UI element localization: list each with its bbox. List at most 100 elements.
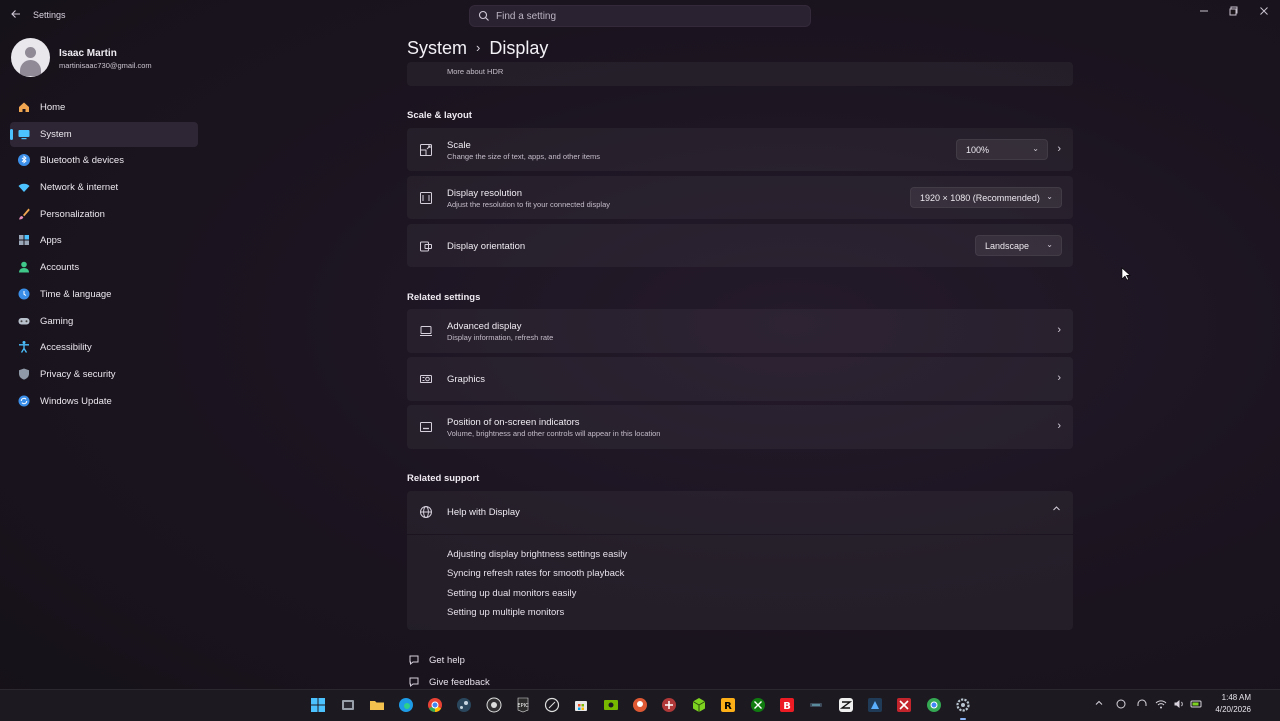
help-with-display-header[interactable]: Help with Display <box>407 491 1073 534</box>
app-icon[interactable] <box>896 697 912 713</box>
display-orientation-card[interactable]: Display orientation Landscape ⌄ <box>407 224 1073 267</box>
breadcrumb: System › Display <box>407 38 548 59</box>
globe-clock-icon <box>18 288 30 300</box>
chevron-right-icon: › <box>1057 372 1061 384</box>
epic-games-icon[interactable]: EPIC <box>515 697 531 713</box>
scale-card[interactable]: Scale Change the size of text, apps, and… <box>407 128 1073 171</box>
edge-icon[interactable] <box>398 697 414 713</box>
help-link[interactable]: Syncing refresh rates for smooth playbac… <box>447 568 624 579</box>
help-link[interactable]: Setting up dual monitors easily <box>447 588 576 599</box>
app-icon[interactable] <box>661 697 677 713</box>
duckduckgo-icon[interactable] <box>632 697 648 713</box>
obs-icon[interactable] <box>486 697 502 713</box>
cube-icon[interactable] <box>691 697 707 713</box>
close-button[interactable] <box>1257 6 1271 20</box>
sidebar-item-apps[interactable]: Apps <box>10 228 198 253</box>
graphics-title: Graphics <box>447 374 486 385</box>
sidebar-item-system[interactable]: System <box>10 121 198 147</box>
help-link[interactable]: Adjusting display brightness settings ea… <box>447 549 627 560</box>
start-icon[interactable] <box>310 697 326 713</box>
settings-icon[interactable] <box>955 697 971 720</box>
globe-icon <box>420 506 432 518</box>
sidebar-item-label: Accounts <box>40 262 80 274</box>
steam-icon[interactable] <box>456 697 472 713</box>
tray-overflow-icon[interactable] <box>1093 698 1105 710</box>
avatar-head <box>25 47 36 58</box>
scale-subtitle: Change the size of text, apps, and other… <box>447 152 601 161</box>
svg-text:R: R <box>724 701 732 712</box>
task-view-icon[interactable] <box>340 697 356 713</box>
user-name: Isaac Martin <box>59 48 117 59</box>
resolution-dropdown[interactable]: 1920 × 1080 (Recommended) ⌄ <box>910 187 1062 208</box>
store-icon[interactable] <box>573 697 589 713</box>
user-email: martinisaac730@gmail.com <box>59 61 152 70</box>
get-help-link[interactable]: Get help <box>429 655 465 666</box>
chevron-down-icon: ⌄ <box>1046 240 1053 249</box>
scale-value: 100% <box>966 145 990 155</box>
orientation-dropdown[interactable]: Landscape ⌄ <box>975 235 1062 256</box>
sidebar-item-network[interactable]: Network & internet <box>10 175 198 200</box>
minimize-button[interactable] <box>1197 6 1211 20</box>
chrome-icon[interactable] <box>427 697 443 713</box>
sidebar-item-personalization[interactable]: Personalization <box>10 202 198 227</box>
taskbar: EPIC R B <box>0 689 1280 721</box>
clock-date[interactable]: 4/20/2026 <box>1210 705 1251 714</box>
graphics-card[interactable]: Graphics › <box>407 357 1073 401</box>
display-resolution-card[interactable]: Display resolution Adjust the resolution… <box>407 176 1073 219</box>
search-input[interactable]: Find a setting <box>469 5 811 27</box>
advanced-display-card[interactable]: Advanced display Display information, re… <box>407 309 1073 353</box>
chrome-beta-icon[interactable] <box>926 697 942 713</box>
clock-time[interactable]: 1:48 AM <box>1219 693 1251 702</box>
nvidia-icon[interactable] <box>603 697 619 713</box>
scale-dropdown[interactable]: 100% ⌄ <box>956 139 1048 160</box>
battery-icon[interactable] <box>1190 698 1202 710</box>
sidebar-item-windows-update[interactable]: Windows Update <box>10 389 198 414</box>
volume-icon[interactable] <box>1173 698 1185 710</box>
file-explorer-icon[interactable] <box>369 697 385 713</box>
maximize-button[interactable] <box>1227 6 1241 20</box>
sidebar-item-label: Accessibility <box>40 342 92 354</box>
sidebar-item-privacy-security[interactable]: Privacy & security <box>10 362 198 387</box>
give-feedback-link[interactable]: Give feedback <box>429 677 490 688</box>
onscreen-indicators-card[interactable]: Position of on-screen indicators Volume,… <box>407 405 1073 449</box>
section-scale-layout: Scale & layout <box>407 110 472 121</box>
headset-icon[interactable] <box>1136 698 1148 710</box>
app-icon[interactable] <box>867 697 883 713</box>
display-orientation-title: Display orientation <box>447 241 526 252</box>
app-icon[interactable] <box>808 697 824 713</box>
feedback-icon <box>409 677 419 688</box>
chevron-right-icon: › <box>1057 420 1061 432</box>
wifi-icon[interactable] <box>1155 698 1167 710</box>
accessibility-icon <box>19 341 29 354</box>
accounts-icon <box>19 261 29 273</box>
graphics-card-icon <box>420 375 432 383</box>
page-title: Display <box>489 38 549 58</box>
bitdefender-icon[interactable]: B <box>779 697 795 713</box>
sidebar-item-label: Apps <box>40 235 62 247</box>
back-arrow-icon[interactable] <box>8 8 24 24</box>
hdr-card[interactable]: More about HDR <box>407 62 1073 86</box>
sync-icon[interactable] <box>1115 698 1127 710</box>
svg-text:B: B <box>783 701 791 712</box>
capcut-icon[interactable] <box>838 697 854 713</box>
xbox-icon[interactable] <box>750 697 766 713</box>
sidebar-item-time-language[interactable]: Time & language <box>10 282 198 307</box>
chevron-right-icon[interactable]: › <box>1057 143 1061 155</box>
help-link[interactable]: Setting up multiple monitors <box>447 607 564 618</box>
sidebar-item-accessibility[interactable]: Accessibility <box>10 335 198 360</box>
mouse-cursor-icon <box>1121 267 1131 281</box>
sidebar-item-accounts[interactable]: Accounts <box>10 255 198 280</box>
title-bar: Settings Find a setting <box>0 0 1280 32</box>
sidebar-item-bluetooth[interactable]: Bluetooth & devices <box>10 148 198 173</box>
rockstar-icon[interactable]: R <box>720 697 736 713</box>
breadcrumb-parent[interactable]: System <box>407 38 467 58</box>
avatar[interactable] <box>11 38 50 77</box>
sidebar-item-label: Bluetooth & devices <box>40 155 124 167</box>
indicator-position-icon <box>420 422 432 432</box>
sidebar-item-gaming[interactable]: Gaming <box>10 309 198 334</box>
more-about-hdr-link[interactable]: More about HDR <box>447 67 503 76</box>
sidebar-item-home[interactable]: Home <box>10 95 198 120</box>
resolution-icon <box>420 192 432 204</box>
chevron-up-icon[interactable] <box>1052 504 1061 516</box>
app-icon[interactable] <box>544 697 560 713</box>
